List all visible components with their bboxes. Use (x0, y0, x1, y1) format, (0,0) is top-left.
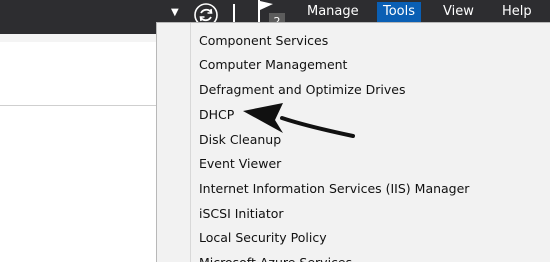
tools-dropdown-menu: Component Services Computer Management D… (156, 22, 550, 262)
menu-item-component-services[interactable]: Component Services (199, 30, 328, 52)
dropdown-arrow-icon[interactable]: ▼ (171, 8, 179, 18)
menu-view[interactable]: View (437, 2, 480, 22)
menu-item-dhcp[interactable]: DHCP (199, 104, 234, 126)
left-pane-header (0, 34, 156, 42)
left-pane-divider (0, 105, 156, 106)
toolbar-divider (233, 4, 235, 22)
menu-item-defragment[interactable]: Defragment and Optimize Drives (199, 79, 405, 101)
menu-manage[interactable]: Manage (301, 2, 365, 22)
menu-item-event-viewer[interactable]: Event Viewer (199, 153, 281, 175)
menu-item-local-security-policy[interactable]: Local Security Policy (199, 227, 327, 249)
menu-item-computer-management[interactable]: Computer Management (199, 54, 347, 76)
menu-item-disk-cleanup[interactable]: Disk Cleanup (199, 129, 281, 151)
menu-icon-gutter (190, 23, 191, 262)
menu-item-iis-manager[interactable]: Internet Information Services (IIS) Mana… (199, 178, 469, 200)
menu-item-iscsi-initiator[interactable]: iSCSI Initiator (199, 203, 284, 225)
menu-tools[interactable]: Tools (377, 2, 422, 22)
menu-help[interactable]: Help (496, 2, 538, 22)
